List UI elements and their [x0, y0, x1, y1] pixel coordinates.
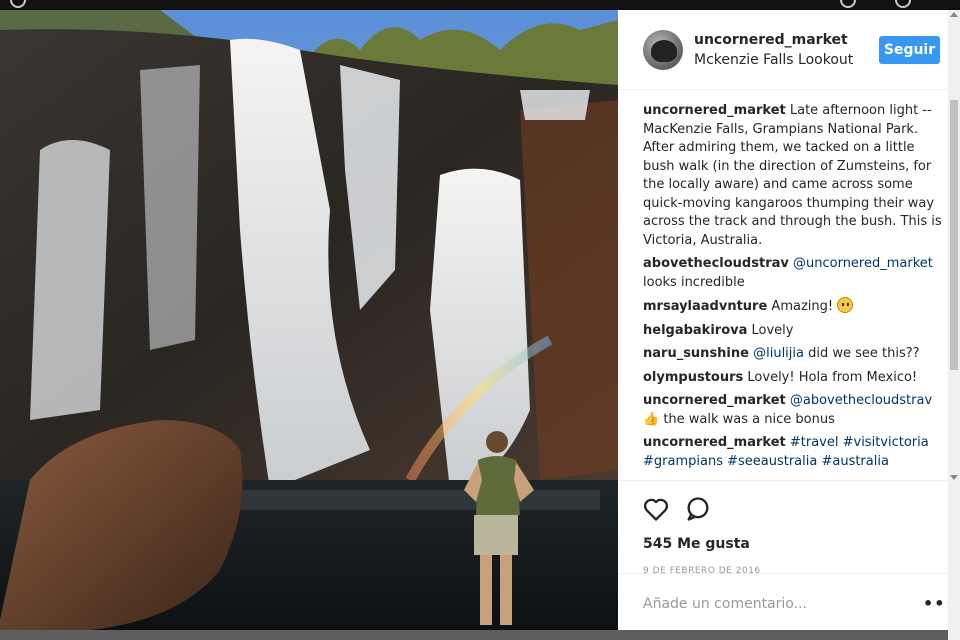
- add-comment-bar: Añade un comentario... •••: [618, 573, 956, 630]
- post-side-panel: uncornered_market Mckenzie Falls Lookout…: [618, 10, 956, 630]
- comment-text: Late afternoon light -- MacKenzie Falls,…: [643, 103, 942, 248]
- caption: uncornered_market Late afternoon light -…: [643, 102, 943, 250]
- scroll-down-icon[interactable]: [950, 475, 958, 480]
- comment-user[interactable]: olympustours: [643, 370, 743, 385]
- like-heart-icon[interactable]: [642, 495, 670, 523]
- comment-item: naru_sunshine @liulijia did we see this?…: [643, 345, 943, 364]
- comment-text: looks incredible: [643, 274, 745, 290]
- scrollbar[interactable]: [948, 10, 960, 640]
- comment-text: Lovely: [751, 322, 794, 338]
- avatar[interactable]: [643, 30, 683, 70]
- comment-user[interactable]: uncornered_market: [643, 393, 786, 408]
- post-actions: 545 Me gusta 9 DE FEBRERO DE 2016: [618, 480, 948, 580]
- comment-item: uncornered_market @abovethecloudstrav 👍 …: [643, 392, 943, 429]
- comment-item: olympustours Lovely! Hola from Mexico!: [643, 369, 943, 388]
- heart-nav-icon[interactable]: [895, 0, 911, 8]
- comment-bubble-icon[interactable]: [684, 495, 712, 523]
- comment-user[interactable]: uncornered_market: [643, 435, 786, 450]
- scrollbar-thumb[interactable]: [950, 100, 958, 370]
- comments-list: uncornered_market Late afternoon light -…: [643, 102, 943, 482]
- comment-item: abovethecloudstrav @uncornered_market lo…: [643, 255, 943, 292]
- comment-text: Lovely! Hola from Mexico!: [747, 369, 918, 385]
- comment-user[interactable]: abovethecloudstrav: [643, 256, 789, 271]
- scroll-up-icon[interactable]: [950, 12, 958, 17]
- comment-user[interactable]: uncornered_market: [643, 103, 786, 118]
- comment-mention[interactable]: @uncornered_market: [793, 256, 933, 271]
- comment-mention[interactable]: @liulijia: [753, 346, 804, 361]
- post-location[interactable]: Mckenzie Falls Lookout: [694, 52, 853, 68]
- comment-user[interactable]: naru_sunshine: [643, 346, 749, 361]
- comment-item: mrsaylaadvnture Amazing!: [643, 297, 943, 317]
- comment-item: uncornered_market #travel #visitvictoria…: [643, 434, 943, 471]
- comment-input[interactable]: Añade un comentario...: [643, 596, 807, 612]
- comment-item: helgabakirova Lovely: [643, 322, 943, 341]
- comment-user[interactable]: helgabakirova: [643, 323, 747, 338]
- comment-text: Amazing!: [771, 299, 834, 314]
- comment-text: did we see this??: [808, 346, 920, 361]
- post-photo[interactable]: [0, 10, 618, 630]
- browser-top-strip: [0, 0, 960, 10]
- post-username[interactable]: uncornered_market: [694, 32, 848, 48]
- smiley-emoji-icon: [837, 297, 854, 313]
- comment-mention[interactable]: @abovethecloudstrav: [790, 393, 932, 408]
- post-header: uncornered_market Mckenzie Falls Lookout…: [618, 10, 948, 90]
- follow-button[interactable]: Seguir: [879, 36, 940, 64]
- comment-text: the walk was a nice bonus: [663, 411, 835, 427]
- explore-icon[interactable]: [840, 0, 856, 8]
- likes-count[interactable]: 545 Me gusta: [643, 536, 750, 552]
- comment-user[interactable]: mrsaylaadvnture: [643, 299, 767, 314]
- waterfall-image: [0, 10, 618, 630]
- instagram-icon[interactable]: [10, 0, 26, 8]
- thumbs-up-emoji-icon: 👍: [643, 411, 660, 427]
